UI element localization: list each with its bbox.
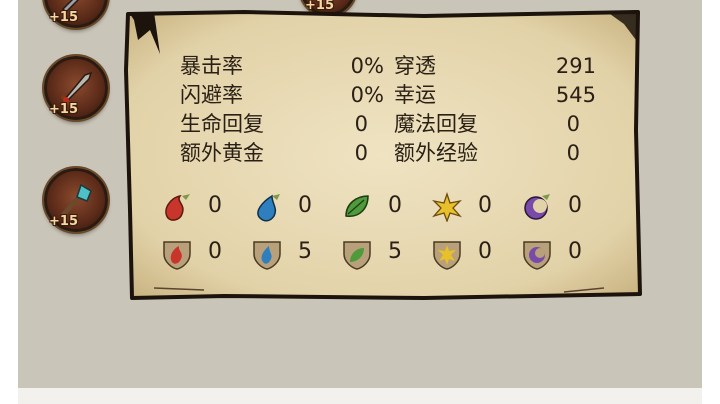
bottom-strip xyxy=(18,388,702,404)
fire-attack-value: 0 xyxy=(208,193,222,218)
element-fire-attack: 0 xyxy=(160,188,250,228)
fire-defense-icon xyxy=(163,241,191,270)
water-defense-value: 5 xyxy=(298,239,312,264)
crit-rate-value: 0% xyxy=(350,54,384,78)
element-water-defense: 5 xyxy=(250,234,340,274)
dodge-rate-label: 闪避率 xyxy=(180,83,243,107)
light-defense-value: 0 xyxy=(478,239,492,264)
fire-defense-value: 0 xyxy=(208,239,222,264)
dodge-rate-value: 0% xyxy=(350,83,384,107)
luck-label: 幸运 xyxy=(394,83,436,107)
light-attack-icon xyxy=(432,192,462,222)
game-screen: +15 +15 +15 +15 暴击率 0% 穿透 291 闪避率 0% 幸运 … xyxy=(18,0,702,404)
penetration-label: 穿透 xyxy=(394,54,436,78)
extra-gold-label: 额外黄金 xyxy=(180,141,264,165)
hp-regen-label: 生命回复 xyxy=(180,112,264,136)
leaf-defense-icon xyxy=(343,241,371,270)
element-defense-row: 0 5 5 0 0 xyxy=(160,234,600,274)
extra-gold-value: 0 xyxy=(354,141,368,165)
water-attack-icon xyxy=(257,194,280,222)
element-attack-row: 0 0 0 0 0 xyxy=(160,188,600,228)
penetration-value: 291 xyxy=(555,54,596,78)
luck-value: 545 xyxy=(555,83,596,107)
stats-panel: 暴击率 0% 穿透 291 闪避率 0% 幸运 545 生命回复 0 魔法回复 … xyxy=(124,10,642,300)
light-defense-icon xyxy=(433,241,461,270)
leaf-attack-value: 0 xyxy=(388,193,402,218)
hp-regen-value: 0 xyxy=(354,112,368,136)
dark-defense-value: 0 xyxy=(568,239,582,264)
element-dark-defense: 0 xyxy=(520,234,610,274)
water-defense-icon xyxy=(253,241,281,270)
equipment-slot-top[interactable]: +15 xyxy=(44,0,108,28)
leaf-defense-value: 5 xyxy=(388,239,402,264)
water-attack-value: 0 xyxy=(298,193,312,218)
dark-attack-value: 0 xyxy=(568,193,582,218)
slot-level-label: +15 xyxy=(49,10,78,25)
element-leaf-defense: 5 xyxy=(340,234,430,274)
element-water-attack: 0 xyxy=(250,188,340,228)
dark-attack-icon xyxy=(524,194,550,220)
dark-defense-icon xyxy=(523,241,551,270)
fire-attack-icon xyxy=(165,194,190,221)
slot-level-label: +15 xyxy=(49,102,78,117)
crit-rate-label: 暴击率 xyxy=(180,54,243,78)
element-fire-defense: 0 xyxy=(160,234,250,274)
equipment-slot-sword[interactable]: +15 xyxy=(44,56,108,120)
element-dark-attack: 0 xyxy=(520,188,610,228)
element-light-attack: 0 xyxy=(430,188,520,228)
mana-regen-value: 0 xyxy=(566,112,580,136)
slot-level-label: +15 xyxy=(49,214,78,229)
extra-exp-label: 额外经验 xyxy=(394,141,478,165)
equipment-slot-staff[interactable]: +15 xyxy=(44,168,108,232)
leaf-attack-icon xyxy=(345,195,369,217)
light-attack-value: 0 xyxy=(478,193,492,218)
extra-exp-value: 0 xyxy=(566,141,580,165)
element-leaf-attack: 0 xyxy=(340,188,430,228)
element-light-defense: 0 xyxy=(430,234,520,274)
mana-regen-label: 魔法回复 xyxy=(394,112,478,136)
